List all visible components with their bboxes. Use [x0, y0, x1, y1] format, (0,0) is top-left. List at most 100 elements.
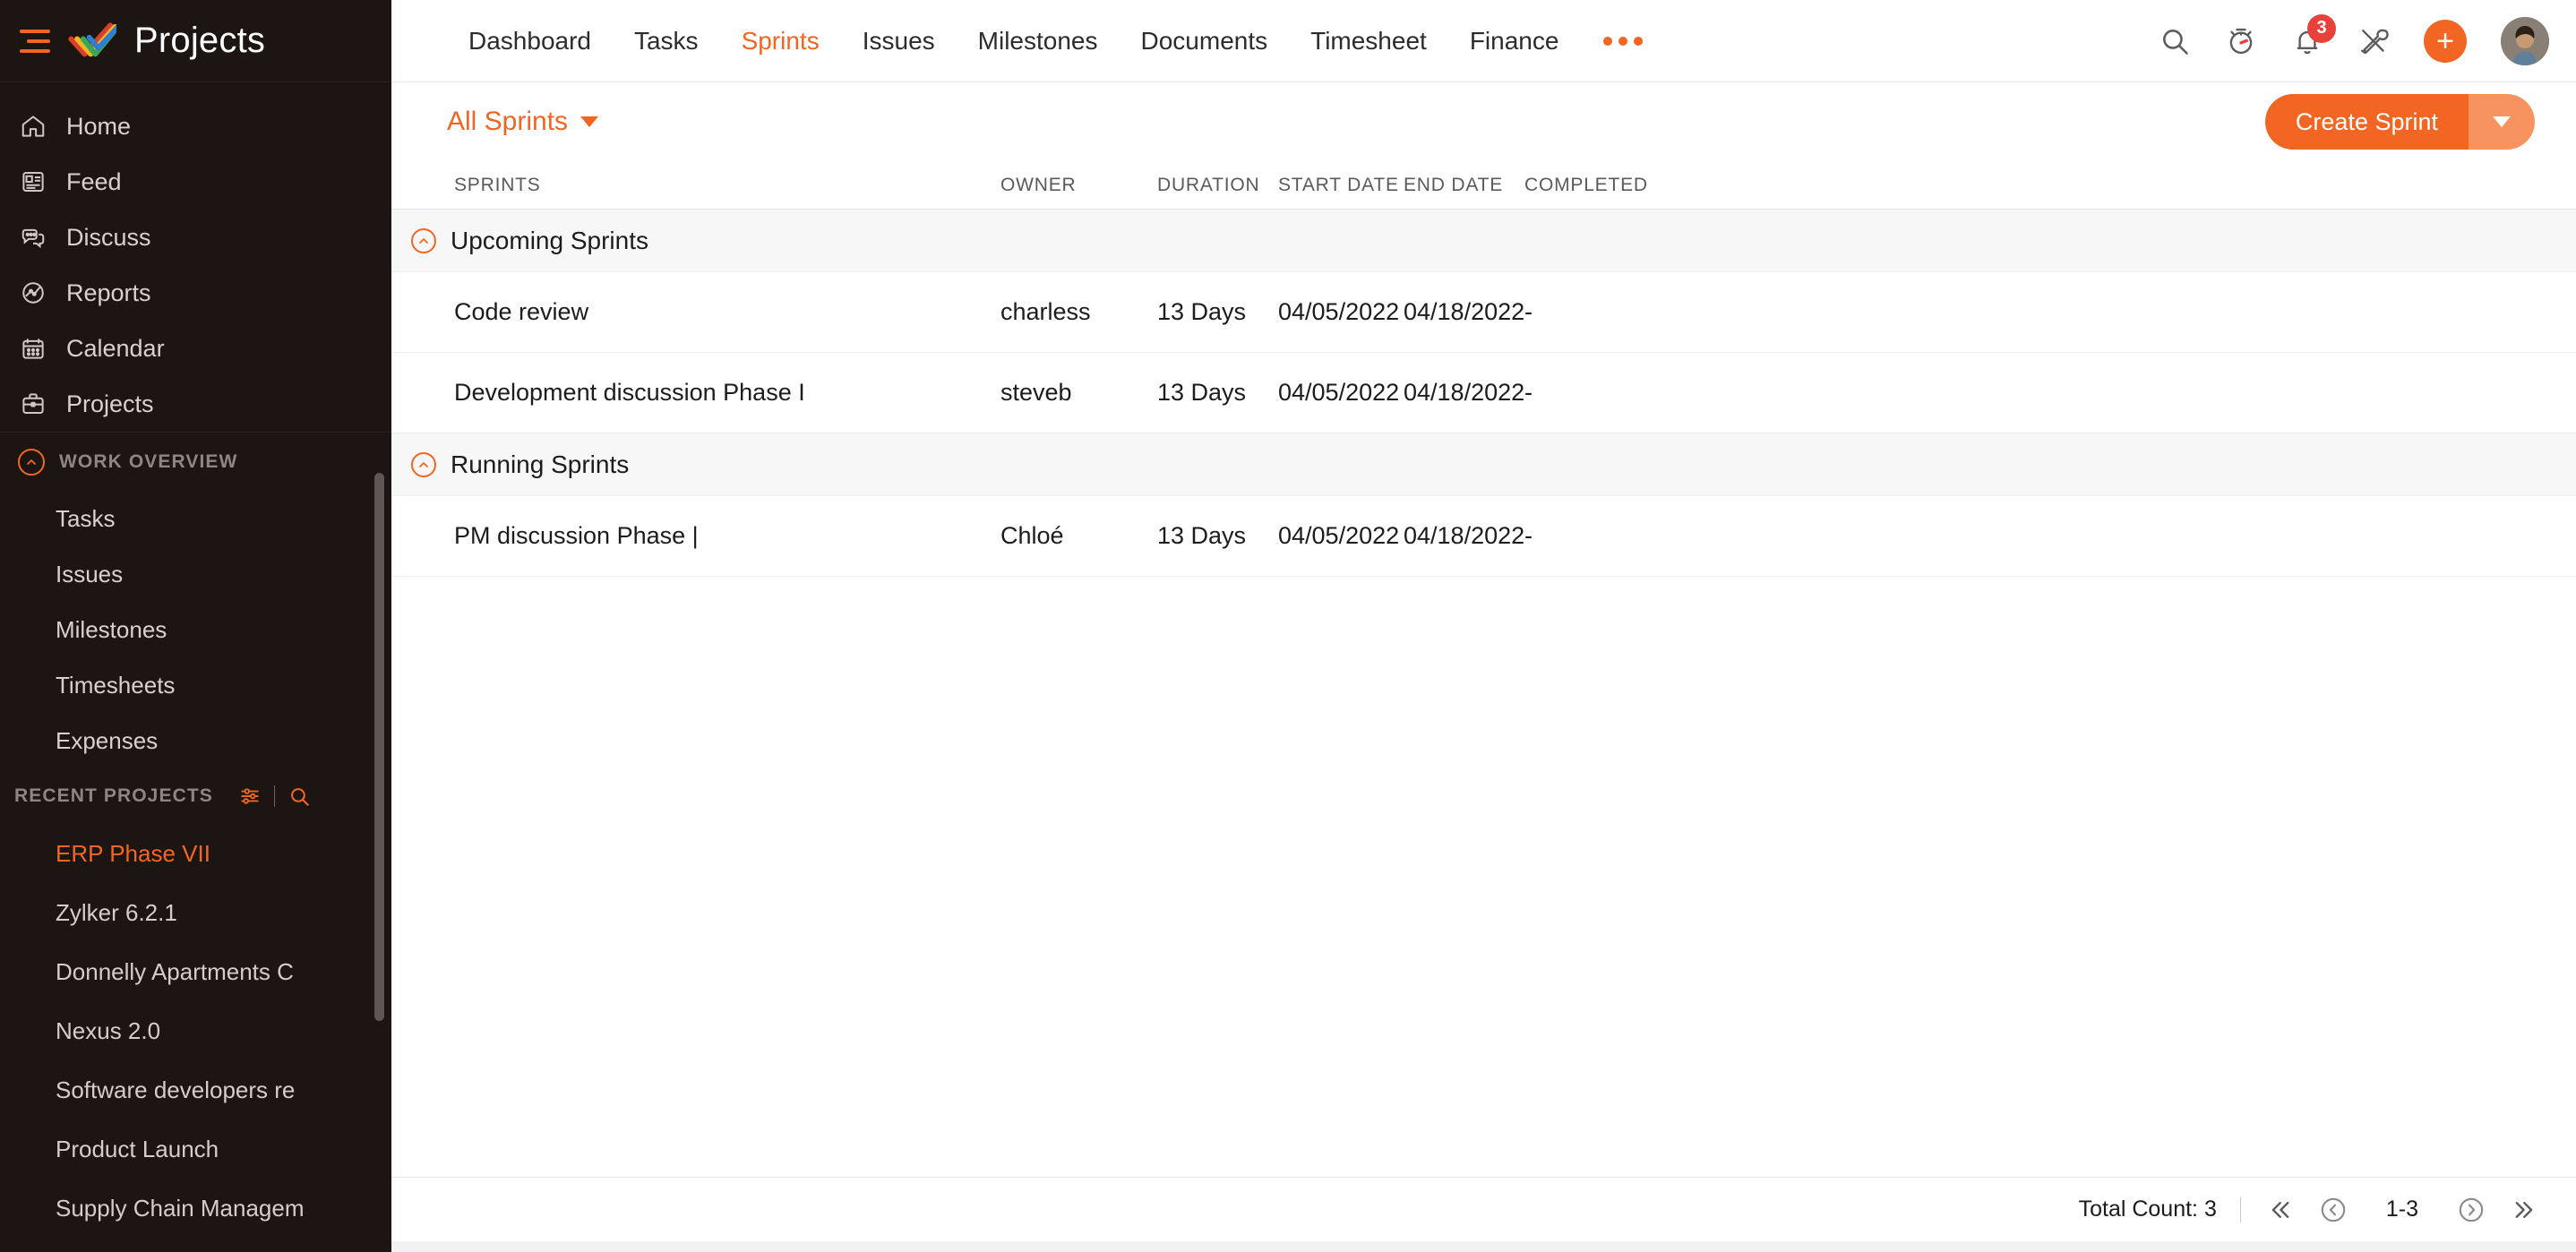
sidebar-project-nexus[interactable]: Nexus 2.0	[0, 1001, 391, 1060]
first-page-button[interactable]	[2264, 1195, 2295, 1225]
table-header-row: SPRINTS OWNER DURATION START DATE END DA…	[391, 161, 2576, 210]
tab-documents[interactable]: Documents	[1120, 27, 1290, 56]
search-button[interactable]	[2159, 25, 2191, 57]
sidebar-section-title: RECENT PROJECTS	[14, 785, 213, 807]
tab-timesheet[interactable]: Timesheet	[1289, 27, 1448, 56]
sidebar-item-calendar[interactable]: Calendar	[0, 321, 391, 376]
table-row[interactable]: Code review charless 13 Days 04/05/2022 …	[391, 272, 2576, 353]
cell-sprint-name: Development discussion Phase I	[436, 379, 1000, 407]
tab-tasks[interactable]: Tasks	[613, 27, 720, 56]
project-label: ERP Phase VII	[56, 840, 210, 868]
project-label: Nexus 2.0	[56, 1017, 160, 1045]
column-header-owner[interactable]: OWNER	[1000, 175, 1157, 196]
view-selector-label: All Sprints	[447, 107, 568, 137]
view-selector[interactable]: All Sprints	[447, 107, 598, 137]
sidebar-item-discuss[interactable]: Discuss	[0, 210, 391, 265]
chevron-left-circle-icon	[2318, 1195, 2348, 1225]
cell-duration: 13 Days	[1157, 298, 1278, 326]
cell-duration: 13 Days	[1157, 379, 1278, 407]
tools-button[interactable]	[2357, 25, 2390, 57]
notification-badge: 3	[2307, 14, 2336, 43]
tab-sprints[interactable]: Sprints	[720, 27, 841, 56]
main-content: Dashboard Tasks Sprints Issues Milestone…	[391, 0, 2576, 1252]
cell-completed: -	[1524, 379, 1704, 407]
sidebar-item-feed[interactable]: Feed	[0, 154, 391, 210]
sidebar-section-work-overview[interactable]: WORK OVERVIEW	[0, 432, 391, 491]
notifications-button[interactable]: 3	[2291, 25, 2323, 57]
sidebar-item-tasks[interactable]: Tasks	[0, 491, 391, 546]
sidebar: Projects Home Feed	[0, 0, 391, 1252]
project-label: Supply Chain Managem	[56, 1195, 305, 1222]
top-bar-actions: 3 +	[2159, 17, 2549, 65]
cell-completed: -	[1524, 298, 1704, 326]
sidebar-project-erp-phase-vii[interactable]: ERP Phase VII	[0, 824, 391, 883]
tab-milestones[interactable]: Milestones	[957, 27, 1120, 56]
brand-title: Projects	[134, 21, 265, 61]
cell-start-date: 04/05/2022	[1278, 522, 1404, 550]
search-icon	[2159, 25, 2191, 57]
sidebar-project-donnelly-apartments[interactable]: Donnelly Apartments C	[0, 942, 391, 1001]
sidebar-scrollbar[interactable]	[374, 473, 384, 1021]
timer-icon	[2225, 25, 2257, 57]
project-label: Zylker 6.2.1	[56, 899, 177, 927]
chevron-up-circle-icon	[411, 452, 436, 477]
previous-page-button[interactable]	[2318, 1195, 2348, 1225]
sidebar-project-zylker[interactable]: Zylker 6.2.1	[0, 883, 391, 942]
last-page-button[interactable]	[2510, 1195, 2540, 1225]
sliders-icon[interactable]	[238, 785, 262, 808]
group-header-running-sprints[interactable]: Running Sprints	[391, 433, 2576, 496]
sidebar-sub-label: Issues	[56, 561, 123, 588]
sidebar-project-supply-chain[interactable]: Supply Chain Managem	[0, 1179, 391, 1238]
sidebar-sub-label: Tasks	[56, 505, 115, 533]
create-sprint-dropdown-button[interactable]	[2469, 94, 2535, 150]
cell-start-date: 04/05/2022	[1278, 379, 1404, 407]
create-sprint-button[interactable]: Create Sprint	[2265, 94, 2469, 150]
cell-end-date: 04/18/2022	[1404, 522, 1524, 550]
column-header-duration[interactable]: DURATION	[1157, 175, 1278, 196]
project-label: Product Launch	[56, 1136, 219, 1163]
double-check-logo	[68, 19, 116, 64]
divider	[274, 785, 275, 807]
sidebar-item-timesheets[interactable]: Timesheets	[0, 657, 391, 713]
reports-icon	[20, 279, 47, 306]
sidebar-item-milestones[interactable]: Milestones	[0, 602, 391, 657]
calendar-icon	[20, 335, 47, 362]
sidebar-item-issues[interactable]: Issues	[0, 546, 391, 602]
table-row[interactable]: PM discussion Phase | Chloé 13 Days 04/0…	[391, 496, 2576, 577]
more-ellipsis-icon[interactable]	[1580, 37, 1666, 46]
sidebar-item-expenses[interactable]: Expenses	[0, 713, 391, 768]
double-chevron-right-icon	[2510, 1195, 2540, 1225]
sidebar-section-recent-projects: RECENT PROJECTS	[0, 768, 391, 824]
sidebar-project-software-developers[interactable]: Software developers re	[0, 1060, 391, 1119]
home-icon	[20, 113, 47, 140]
sidebar-item-reports[interactable]: Reports	[0, 265, 391, 321]
avatar[interactable]	[2501, 17, 2549, 65]
timer-button[interactable]	[2225, 25, 2257, 57]
sidebar-item-label: Discuss	[66, 224, 151, 252]
next-page-button[interactable]	[2456, 1195, 2486, 1225]
tab-finance[interactable]: Finance	[1448, 27, 1581, 56]
add-button[interactable]: +	[2424, 20, 2467, 63]
sidebar-item-label: Feed	[66, 168, 122, 196]
column-header-sprints[interactable]: SPRINTS	[436, 175, 1000, 196]
module-tabs: Dashboard Tasks Sprints Issues Milestone…	[447, 27, 1666, 56]
cell-sprint-name: PM discussion Phase |	[436, 522, 1000, 550]
hamburger-icon[interactable]	[20, 30, 50, 53]
sidebar-item-projects[interactable]: Projects	[0, 376, 391, 432]
tab-dashboard[interactable]: Dashboard	[447, 27, 613, 56]
column-header-start-date[interactable]: START DATE	[1278, 175, 1404, 196]
sidebar-project-product-launch[interactable]: Product Launch	[0, 1119, 391, 1179]
sidebar-item-home[interactable]: Home	[0, 99, 391, 154]
table-body: Upcoming Sprints Code review charless 13…	[391, 210, 2576, 1177]
group-header-upcoming-sprints[interactable]: Upcoming Sprints	[391, 210, 2576, 272]
cell-start-date: 04/05/2022	[1278, 298, 1404, 326]
sidebar-item-label: Reports	[66, 279, 151, 307]
column-header-end-date[interactable]: END DATE	[1404, 175, 1524, 196]
cell-owner: charless	[1000, 298, 1157, 326]
column-header-completed[interactable]: COMPLETED	[1524, 175, 1704, 196]
page-range-label: 1-3	[2372, 1196, 2433, 1222]
table-row[interactable]: Development discussion Phase I steveb 13…	[391, 353, 2576, 433]
tab-issues[interactable]: Issues	[841, 27, 957, 56]
table-footer-pagination: Total Count: 3 1-3	[391, 1177, 2576, 1241]
search-icon[interactable]	[288, 785, 311, 808]
